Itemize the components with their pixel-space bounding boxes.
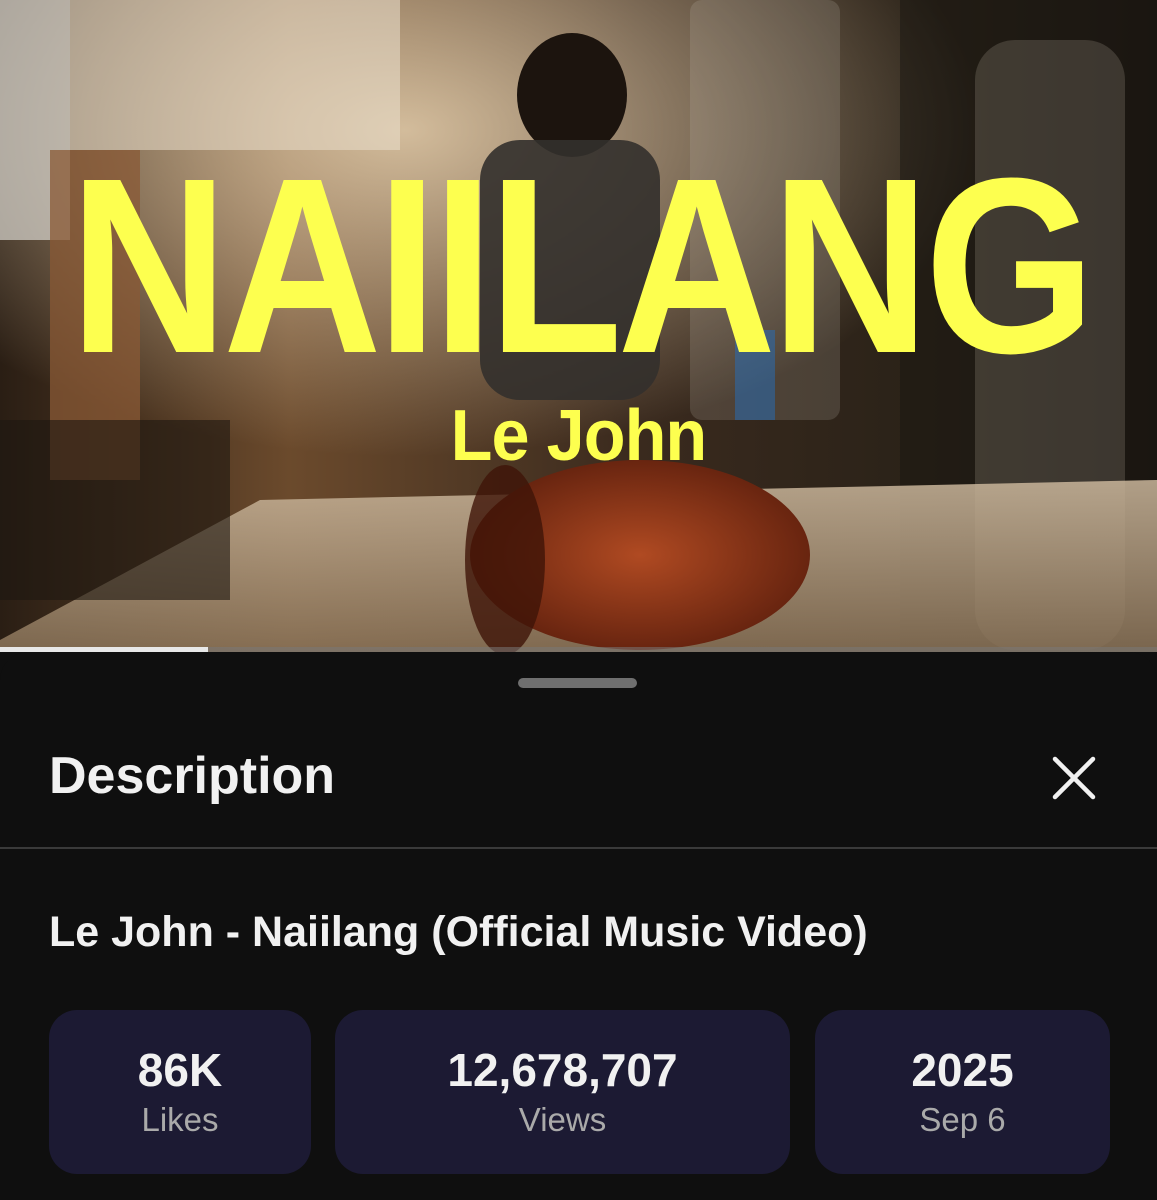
drag-handle[interactable] xyxy=(518,678,637,688)
stats-row: 86K Likes 12,678,707 Views 2025 Sep 6 xyxy=(0,1010,1157,1174)
views-stat: 12,678,707 Views xyxy=(335,1010,790,1174)
screen: NAIILANG Le John Description Le John - N… xyxy=(0,0,1157,1200)
upload-date: Sep 6 xyxy=(919,1101,1006,1138)
video-overlay-artist: Le John xyxy=(450,396,708,476)
likes-stat: 86K Likes xyxy=(49,1010,311,1174)
upload-year: 2025 xyxy=(911,1044,1014,1096)
close-icon xyxy=(1052,756,1096,800)
sheet-title: Description xyxy=(49,747,336,805)
video-title: Le John - Naiilang (Official Music Video… xyxy=(49,908,868,956)
views-label: Views xyxy=(518,1101,607,1138)
date-stat: 2025 Sep 6 xyxy=(815,1010,1110,1174)
description-sheet: Description Le John - Naiilang (Official… xyxy=(0,652,1157,1200)
likes-count: 86K xyxy=(137,1044,223,1096)
views-count: 12,678,707 xyxy=(447,1044,678,1096)
likes-label: Likes xyxy=(141,1101,219,1138)
header-divider xyxy=(0,847,1157,849)
video-player[interactable]: NAIILANG Le John xyxy=(0,0,1157,652)
sheet-header: Description xyxy=(0,722,1157,838)
video-overlay-title: NAIILANG xyxy=(69,126,1095,405)
close-button[interactable] xyxy=(1040,744,1108,812)
